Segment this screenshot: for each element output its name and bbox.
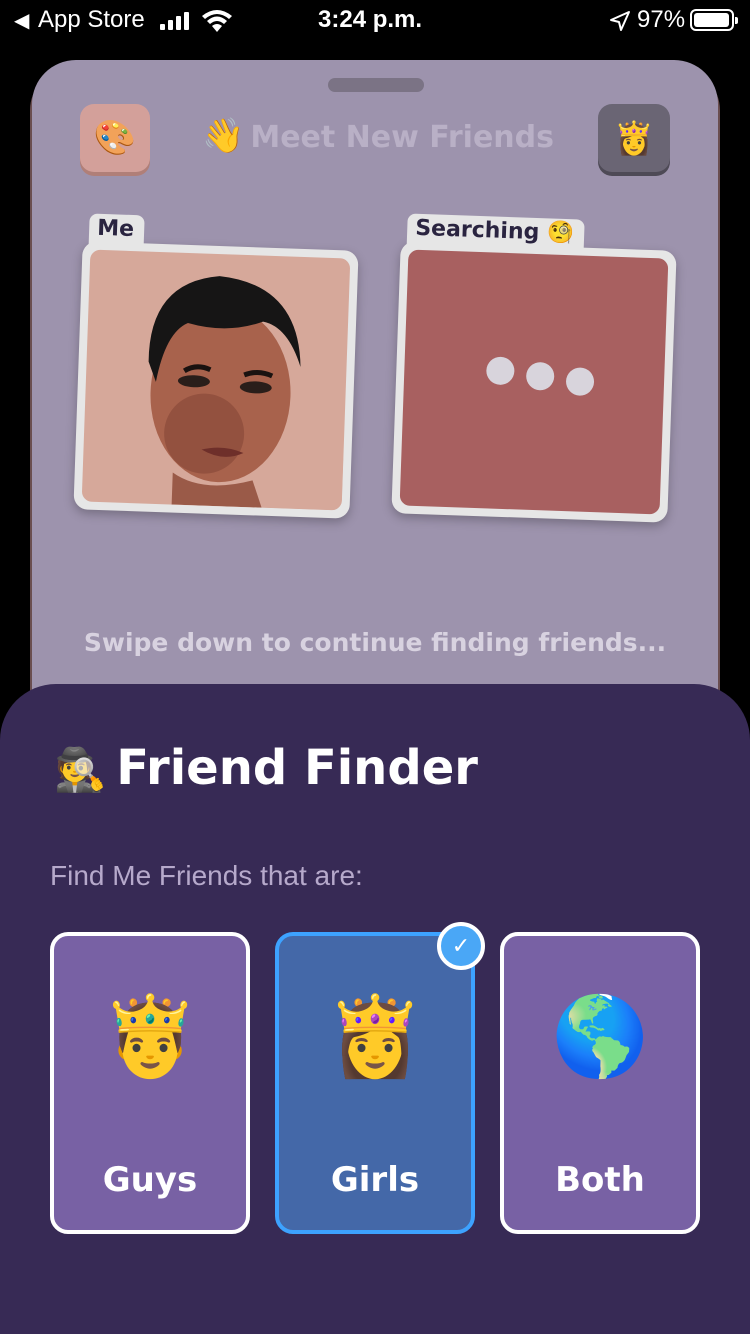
me-tile: Me — [73, 213, 359, 519]
clock: 3:24 p.m. — [318, 6, 423, 33]
wifi-icon — [202, 10, 232, 32]
battery-icon — [690, 9, 738, 31]
prince-icon: 🤴 — [101, 992, 199, 1082]
filter-prompt: Find Me Friends that are: — [50, 860, 363, 891]
option-girls[interactable]: ✓ 👸 Girls — [275, 922, 485, 1234]
swipe-hint: Swipe down to continue finding friends..… — [83, 628, 667, 657]
location-arrow-icon — [610, 11, 630, 31]
back-to-app-store[interactable]: App Store — [38, 6, 145, 34]
checkmark-icon: ✓ — [437, 922, 485, 970]
battery-percent: 97% — [637, 6, 686, 33]
princess-icon: 👸 — [614, 119, 654, 157]
my-avatar — [81, 249, 351, 511]
palette-icon: 🎨 — [93, 118, 137, 158]
searching-label: Searching 🧐 — [406, 213, 585, 253]
option-guys[interactable]: 🤴 Guys — [50, 932, 250, 1234]
drag-handle[interactable] — [328, 78, 424, 92]
sheet-title: 🕵️ Friend Finder — [54, 740, 478, 796]
loading-dot — [485, 356, 515, 386]
option-label: Both — [555, 1160, 645, 1200]
meet-friends-card: 🎨 👋 Meet New Friends 👸 Me Searching 🧐 Sw… — [32, 60, 718, 760]
searching-tile: Searching 🧐 — [391, 213, 677, 523]
princess-icon: 👸 — [326, 992, 424, 1082]
detective-icon: 🕵️ — [54, 745, 107, 794]
option-label: Guys — [102, 1160, 198, 1200]
option-both[interactable]: 🌎 Both — [500, 932, 700, 1234]
loading-dot — [525, 361, 555, 391]
loading-dot — [565, 367, 595, 397]
palette-button[interactable]: 🎨 — [80, 104, 150, 172]
friend-finder-sheet: 🕵️ Friend Finder Find Me Friends that are… — [0, 684, 750, 1334]
status-bar: ◀ App Store 3:24 p.m. 97% — [0, 0, 750, 44]
me-label: Me — [88, 213, 145, 249]
waving-hand-icon: 👋 — [202, 116, 245, 156]
princess-button[interactable]: 👸 — [598, 104, 670, 172]
card-title-text: Meet New Friends — [250, 120, 554, 155]
globe-icon: 🌎 — [551, 992, 649, 1082]
sheet-title-text: Friend Finder — [116, 740, 478, 796]
cellular-signal-icon — [160, 12, 190, 30]
avatar-face-image — [148, 276, 344, 511]
card-title: 👋 Meet New Friends — [202, 116, 562, 156]
searching-placeholder — [399, 249, 669, 515]
back-arrow-icon[interactable]: ◀ — [14, 8, 29, 32]
option-label: Girls — [330, 1160, 420, 1200]
